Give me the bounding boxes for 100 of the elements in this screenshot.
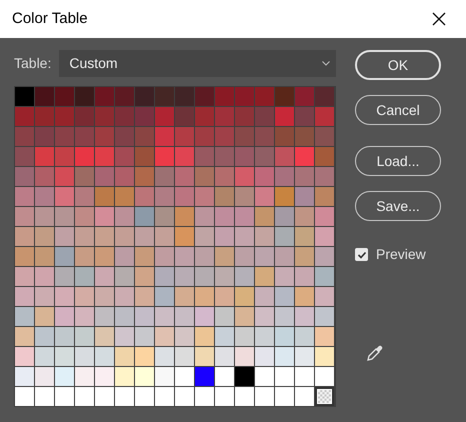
color-swatch[interactable] [235,167,254,186]
color-swatch[interactable] [95,207,114,226]
color-swatch[interactable] [75,187,94,206]
color-swatch[interactable] [295,187,314,206]
color-swatch[interactable] [115,327,134,346]
color-swatch[interactable] [135,387,154,406]
color-swatch[interactable] [215,167,234,186]
color-swatch[interactable] [155,247,174,266]
color-swatch[interactable] [195,207,214,226]
color-swatch[interactable] [115,87,134,106]
color-swatch[interactable] [55,367,74,386]
color-swatch[interactable] [175,367,194,386]
color-swatch[interactable] [35,127,54,146]
color-swatch[interactable] [195,287,214,306]
color-swatch[interactable] [95,147,114,166]
color-swatch[interactable] [255,267,274,286]
color-swatch[interactable] [275,327,294,346]
color-swatch[interactable] [195,267,214,286]
color-swatch[interactable] [35,267,54,286]
color-swatch[interactable] [215,307,234,326]
color-swatch[interactable] [315,207,334,226]
color-swatch[interactable] [215,147,234,166]
color-swatch[interactable] [75,227,94,246]
color-swatch[interactable] [255,87,274,106]
color-swatch[interactable] [255,287,274,306]
color-swatch[interactable] [75,107,94,126]
color-swatch[interactable] [135,307,154,326]
color-swatch[interactable] [295,107,314,126]
color-swatch[interactable] [255,107,274,126]
color-swatch[interactable] [215,287,234,306]
color-swatch[interactable] [255,327,274,346]
color-swatch[interactable] [315,87,334,106]
color-swatch[interactable] [55,287,74,306]
color-swatch[interactable] [15,107,34,126]
color-swatch[interactable] [175,127,194,146]
color-swatch[interactable] [275,187,294,206]
color-swatch[interactable] [235,187,254,206]
color-swatch[interactable] [275,347,294,366]
color-swatch[interactable] [295,207,314,226]
color-swatch[interactable] [35,247,54,266]
color-swatch[interactable] [135,87,154,106]
color-swatch[interactable] [175,267,194,286]
color-swatch[interactable] [195,147,214,166]
color-swatch[interactable] [275,287,294,306]
color-swatch[interactable] [95,227,114,246]
color-swatch[interactable] [155,287,174,306]
color-swatch[interactable] [315,247,334,266]
color-swatch[interactable] [275,127,294,146]
color-swatch[interactable] [255,387,274,406]
color-swatch[interactable] [55,327,74,346]
color-swatch[interactable] [215,267,234,286]
color-swatch[interactable] [295,247,314,266]
color-swatch[interactable] [15,387,34,406]
color-swatch[interactable] [75,87,94,106]
color-swatch[interactable] [215,107,234,126]
color-swatch[interactable] [295,347,314,366]
color-swatch[interactable] [95,247,114,266]
color-swatch[interactable] [275,387,294,406]
color-swatch[interactable] [275,147,294,166]
color-swatch[interactable] [135,267,154,286]
color-swatch[interactable] [235,247,254,266]
color-swatch[interactable] [75,347,94,366]
color-swatch[interactable] [175,307,194,326]
color-swatch[interactable] [15,207,34,226]
color-swatch[interactable] [275,107,294,126]
color-swatch[interactable] [135,227,154,246]
color-swatch[interactable] [175,327,194,346]
color-swatch[interactable] [55,227,74,246]
color-swatch[interactable] [155,227,174,246]
color-swatch[interactable] [135,367,154,386]
color-swatch[interactable] [75,367,94,386]
color-swatch[interactable] [115,387,134,406]
color-swatch[interactable] [235,327,254,346]
color-swatch[interactable] [135,347,154,366]
color-swatch[interactable] [175,187,194,206]
color-swatch[interactable] [255,207,274,226]
color-swatch[interactable] [135,107,154,126]
color-swatch[interactable] [55,187,74,206]
color-swatch[interactable] [115,287,134,306]
color-swatch[interactable] [135,327,154,346]
color-swatch[interactable] [215,327,234,346]
color-swatch[interactable] [55,147,74,166]
color-swatch[interactable] [55,247,74,266]
color-swatch[interactable] [35,227,54,246]
color-swatch[interactable] [135,147,154,166]
color-swatch[interactable] [35,167,54,186]
color-swatch[interactable] [115,107,134,126]
color-swatch[interactable] [115,127,134,146]
color-swatch[interactable] [95,367,114,386]
color-swatch[interactable] [55,307,74,326]
color-swatch[interactable] [255,307,274,326]
color-swatch[interactable] [55,107,74,126]
color-swatch[interactable] [15,187,34,206]
dialog-button[interactable]: OK [355,50,441,80]
color-swatch[interactable] [295,387,314,406]
color-swatch[interactable] [15,247,34,266]
color-swatch[interactable] [175,227,194,246]
color-swatch[interactable] [215,387,234,406]
color-swatch[interactable] [55,167,74,186]
color-swatch[interactable] [175,247,194,266]
